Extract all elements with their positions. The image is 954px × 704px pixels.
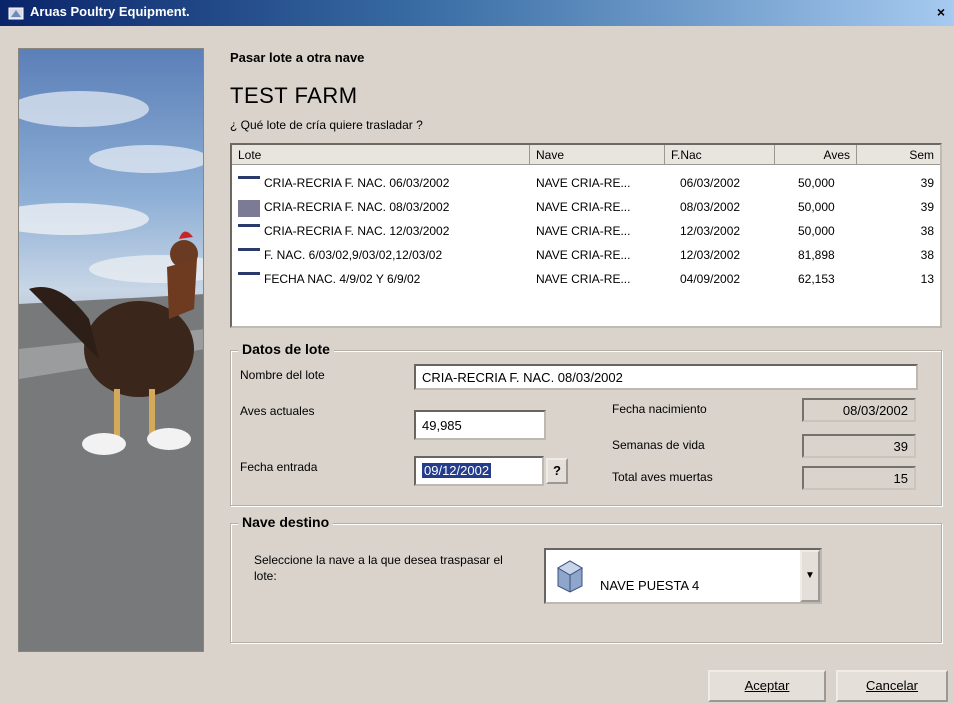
cell-aves: 50,000	[798, 224, 835, 238]
semanas-vida-label: Semanas de vida	[612, 438, 705, 452]
app-icon	[8, 5, 24, 21]
fecha-entrada-value: 09/12/2002	[422, 463, 492, 478]
cell-aves: 62,153	[798, 272, 835, 286]
table-row-selected[interactable]: CRIA-RECRIA F. NAC. 08/03/2002 NAVE CRIA…	[232, 195, 940, 219]
cancel-button[interactable]: Cancelar	[836, 670, 948, 702]
nombre-lote-field[interactable]: CRIA-RECRIA F. NAC. 08/03/2002	[414, 364, 918, 390]
cell-lote: FECHA NAC. 4/9/02 Y 6/9/02	[264, 272, 421, 286]
cell-nave: NAVE CRIA-RE...	[536, 248, 631, 262]
cell-lote: CRIA-RECRIA F. NAC. 12/03/2002	[264, 224, 450, 238]
table-row[interactable]: CRIA-RECRIA F. NAC. 12/03/2002 NAVE CRIA…	[232, 219, 940, 243]
nave-destino-label: Nave destino	[238, 514, 334, 530]
semanas-vida-field: 39	[802, 434, 916, 458]
cell-nave: NAVE CRIA-RE...	[536, 176, 631, 190]
cell-aves: 50,000	[798, 200, 835, 214]
lot-icon	[238, 272, 260, 289]
cell-fnac: 04/09/2002	[680, 272, 741, 286]
fecha-nacimiento-field: 08/03/2002	[802, 398, 916, 422]
question-label: ¿ Qué lote de cría quiere trasladar ?	[230, 118, 423, 132]
cell-fnac: 06/03/2002	[680, 176, 741, 190]
column-header-fnac[interactable]: F.Nac	[665, 145, 775, 165]
cell-nave: NAVE CRIA-RE...	[536, 272, 631, 286]
nave-destino-select[interactable]: NAVE PUESTA 4 ▼	[544, 548, 822, 604]
cell-sem: 38	[920, 224, 934, 238]
table-row[interactable]: FECHA NAC. 4/9/02 Y 6/9/02 NAVE CRIA-RE.…	[232, 267, 940, 291]
nave-destino-instruction: Seleccione la nave a la que desea traspa…	[254, 553, 503, 583]
close-icon[interactable]: ×	[932, 3, 950, 21]
fecha-nacimiento-label: Fecha nacimiento	[612, 402, 707, 416]
window-titlebar[interactable]: Aruas Poultry Equipment. ×	[0, 0, 954, 26]
cell-lote: F. NAC. 6/03/02,9/03/02,12/03/02	[264, 248, 443, 262]
cell-aves: 81,898	[798, 248, 835, 262]
column-header-lote[interactable]: Lote	[232, 145, 530, 165]
cell-aves: 50,000	[798, 176, 835, 190]
barn-icon	[554, 558, 586, 594]
fecha-entrada-field[interactable]: 09/12/2002	[414, 456, 544, 486]
total-muertas-field: 15	[802, 466, 916, 490]
aves-actuales-label: Aves actuales	[240, 404, 315, 418]
column-header-nave[interactable]: Nave	[530, 145, 665, 165]
lot-icon	[238, 224, 260, 241]
cell-sem: 39	[920, 176, 934, 190]
column-header-sem[interactable]: Sem	[857, 145, 940, 165]
cell-nave: NAVE CRIA-RE...	[536, 224, 631, 238]
farm-name: TEST FARM	[230, 83, 358, 108]
lot-icon	[238, 200, 260, 217]
fecha-entrada-label: Fecha entrada	[240, 460, 318, 474]
nave-destino-value: NAVE PUESTA 4	[600, 578, 700, 593]
lot-icon	[238, 248, 260, 265]
table-row[interactable]: CRIA-RECRIA F. NAC. 06/03/2002 NAVE CRIA…	[232, 171, 940, 195]
cell-sem: 38	[920, 248, 934, 262]
table-row[interactable]: F. NAC. 6/03/02,9/03/02,12/03/02 NAVE CR…	[232, 243, 940, 267]
chevron-down-icon[interactable]: ▼	[800, 550, 820, 602]
datos-lote-label: Datos de lote	[238, 341, 334, 357]
cell-sem: 39	[920, 200, 934, 214]
aves-actuales-field[interactable]: 49,985	[414, 410, 546, 440]
side-picture	[18, 48, 204, 652]
help-button[interactable]: ?	[546, 458, 568, 484]
cell-sem: 13	[920, 272, 934, 286]
window-title: Aruas Poultry Equipment.	[30, 4, 190, 19]
lot-list[interactable]: Lote Nave F.Nac Aves Sem CRIA-RECRIA F. …	[230, 143, 942, 328]
column-header-aves[interactable]: Aves	[775, 145, 857, 165]
page-heading: Pasar lote a otra nave	[230, 50, 365, 65]
total-muertas-label: Total aves muertas	[612, 470, 713, 484]
lot-icon	[238, 176, 260, 193]
accept-button[interactable]: Aceptar	[708, 670, 826, 702]
cell-lote: CRIA-RECRIA F. NAC. 06/03/2002	[264, 176, 450, 190]
cell-fnac: 12/03/2002	[680, 224, 741, 238]
cell-lote: CRIA-RECRIA F. NAC. 08/03/2002	[264, 200, 450, 214]
cell-fnac: 12/03/2002	[680, 248, 741, 262]
cell-fnac: 08/03/2002	[680, 200, 741, 214]
cell-nave: NAVE CRIA-RE...	[536, 200, 631, 214]
nombre-lote-label: Nombre del lote	[240, 368, 325, 382]
